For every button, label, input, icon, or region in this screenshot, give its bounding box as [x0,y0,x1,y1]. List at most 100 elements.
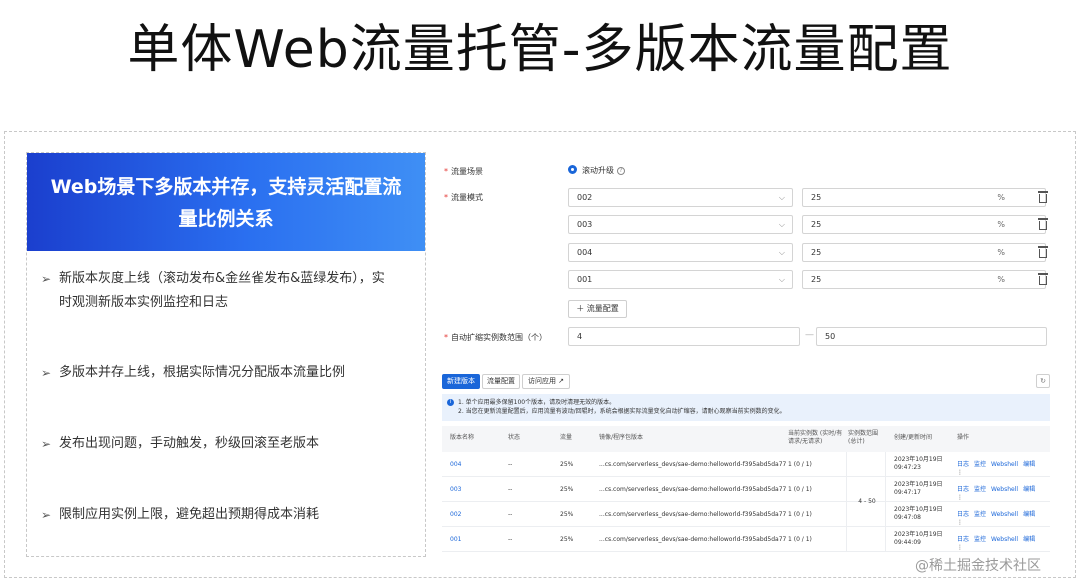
version-link[interactable]: 004 [450,461,461,469]
trash-icon[interactable] [1038,273,1048,285]
col-header: 操作 [957,434,970,441]
version-link[interactable]: 002 [450,511,461,519]
more-icon[interactable]: ⋮ [957,544,963,551]
col-header: 状态 [508,434,521,441]
logs-link[interactable]: 日志 [957,486,969,493]
refresh-icon[interactable]: ↻ [1036,374,1050,388]
edit-link[interactable]: 编辑 [1023,461,1035,468]
table-row: 002 -- 25% ...cs.com/serverless_devs/sae… [442,502,1050,527]
arrow-bullet-icon: ➢ [41,366,52,380]
version-link[interactable]: 001 [450,536,461,544]
edit-link[interactable]: 编辑 [1023,536,1035,543]
more-icon[interactable]: ⋮ [957,519,963,526]
feature-heading-line2: 量比例关系 [178,208,274,230]
feature-heading: Web场景下多版本并存，支持灵活配置流 量比例关系 [27,153,425,251]
more-icon[interactable]: ⋮ [957,469,963,476]
bullet-text: 发布出现问题，手动触发，秒级回滚至老版本 [59,436,320,451]
version-select[interactable]: 002 ⌵ [568,188,793,207]
traffic-percent-input[interactable]: 25% [802,270,1046,289]
page-title: 单体Web流量托管-多版本流量配置 [127,20,953,80]
instances-cell: 1 (0 / 1) [788,536,812,543]
edit-link[interactable]: 编辑 [1023,511,1035,518]
feature-bullet: ➢ 多版本并存上线，根据实际情况分配版本流量比例 [41,361,411,385]
chevron-down-icon: ⌵ [778,275,785,284]
logs-link[interactable]: 日志 [957,536,969,543]
time-cell: 2023年10月19日 09:47:23 [894,456,943,471]
col-header: 镜像/程序包版本 [599,434,644,441]
scene-radio-label[interactable]: 滚动升级? [582,165,625,176]
monitor-link[interactable]: 监控 [974,461,986,468]
status-cell: -- [508,511,513,518]
version-select[interactable]: 003 ⌵ [568,215,793,234]
bullet-text: 时观测新版本实例监控和日志 [59,295,229,310]
logs-link[interactable]: 日志 [957,511,969,518]
edit-link[interactable]: 编辑 [1023,486,1035,493]
monitor-link[interactable]: 监控 [974,511,986,518]
col-header: 版本名称 [450,434,475,441]
traffic-cell: 25% [560,511,574,518]
tab-new-version[interactable]: 新建版本 [442,374,480,389]
time-cell: 2023年10月19日 09:44:09 [894,531,943,546]
range-min-input[interactable]: 4 [568,327,800,346]
traffic-percent-input[interactable]: 25% [802,215,1046,234]
webshell-link[interactable]: Webshell [991,461,1018,468]
col-header: 创建/更新时间 [894,434,933,441]
watermark: @稀土掘金技术社区 [915,558,1041,574]
bullet-text: 多版本并存上线，根据实际情况分配版本流量比例 [59,365,346,380]
traffic-percent-input[interactable]: 25% [802,188,1046,207]
trash-icon[interactable] [1038,191,1048,203]
trash-icon[interactable] [1038,246,1048,258]
webshell-link[interactable]: Webshell [991,536,1018,543]
col-header: 流量 [560,434,573,441]
row-actions: 日志 监控 Webshell 编辑 ⋮ [957,511,1050,527]
range-max-input[interactable]: 50 [816,327,1047,346]
more-icon[interactable]: ⋮ [957,494,963,501]
traffic-percent-input[interactable]: 25% [802,243,1046,262]
traffic-config-panel: * 流量场景 滚动升级? * 流量模式 002 ⌵ 25% 003 ⌵ 25% 004 ⌵… [440,152,1056,552]
col-header: 实例数范围 (总计) [848,430,879,445]
table-row: 001 -- 25% ...cs.com/serverless_devs/sae… [442,527,1050,552]
chevron-down-icon: ⌵ [778,248,785,257]
table-row: 004 -- 25% ...cs.com/serverless_devs/sae… [442,452,1050,477]
status-cell: -- [508,461,513,468]
feature-bullet: ➢ 限制应用实例上限，避免超出预期得成本消耗 [41,503,411,527]
tab-traffic-config[interactable]: 流量配置 [482,374,520,389]
status-cell: -- [508,486,513,493]
instance-range-cell: 4 - 50 [846,452,886,552]
trash-icon[interactable] [1038,218,1048,230]
image-cell: ...cs.com/serverless_devs/sae-demo:hello… [599,461,787,468]
chevron-down-icon: ⌵ [778,193,785,202]
tab-visit-app[interactable]: 访问应用 ↗ [522,374,570,389]
bullet-text: 限制应用实例上限，避免超出预期得成本消耗 [59,507,320,522]
webshell-link[interactable]: Webshell [991,486,1018,493]
instances-cell: 1 (0 / 1) [788,461,812,468]
feature-bullet: ➢ 新版本灰度上线（滚动发布&金丝雀发布&蓝绿发布），实 时观测新版本实例监控和… [41,267,411,315]
info-line: 1. 单个应用最多保留100个版本，请及时清理无效的版本。 [458,399,616,406]
help-icon[interactable]: ? [617,166,625,175]
scene-radio[interactable] [568,165,577,174]
arrow-bullet-icon: ➢ [41,437,52,451]
status-cell: -- [508,536,513,543]
logs-link[interactable]: 日志 [957,461,969,468]
webshell-link[interactable]: Webshell [991,511,1018,518]
info-banner: i 1. 单个应用最多保留100个版本，请及时清理无效的版本。 2. 当您在更新… [442,394,1050,421]
image-cell: ...cs.com/serverless_devs/sae-demo:hello… [599,486,787,493]
feature-bullet: ➢ 发布出现问题，手动触发，秒级回滚至老版本 [41,432,411,456]
instances-cell: 1 (0 / 1) [788,511,812,518]
row-actions: 日志 监控 Webshell 编辑 ⋮ [957,461,1050,477]
info-icon: i [447,399,454,406]
range-separator: — [805,330,814,340]
monitor-link[interactable]: 监控 [974,486,986,493]
add-traffic-config-button[interactable]: ＋ 流量配置 [568,300,627,318]
version-select[interactable]: 004 ⌵ [568,243,793,262]
feature-panel: Web场景下多版本并存，支持灵活配置流 量比例关系 ➢ 新版本灰度上线（滚动发布… [26,152,426,557]
info-line: 2. 当您在更新流量配置后，应用流量有波动/回辊时，系统会根据实际流量变化自动扩… [458,408,786,415]
chevron-down-icon: ⌵ [778,220,785,229]
table-row: 003 -- 25% ...cs.com/serverless_devs/sae… [442,477,1050,502]
version-link[interactable]: 003 [450,486,461,494]
row-actions: 日志 监控 Webshell 编辑 ⋮ [957,536,1050,552]
instance-range-value: 4 - 50 [858,498,876,505]
version-select[interactable]: 001 ⌵ [568,270,793,289]
bullet-text: 新版本灰度上线（滚动发布&金丝雀发布&蓝绿发布），实 [59,271,385,286]
monitor-link[interactable]: 监控 [974,536,986,543]
